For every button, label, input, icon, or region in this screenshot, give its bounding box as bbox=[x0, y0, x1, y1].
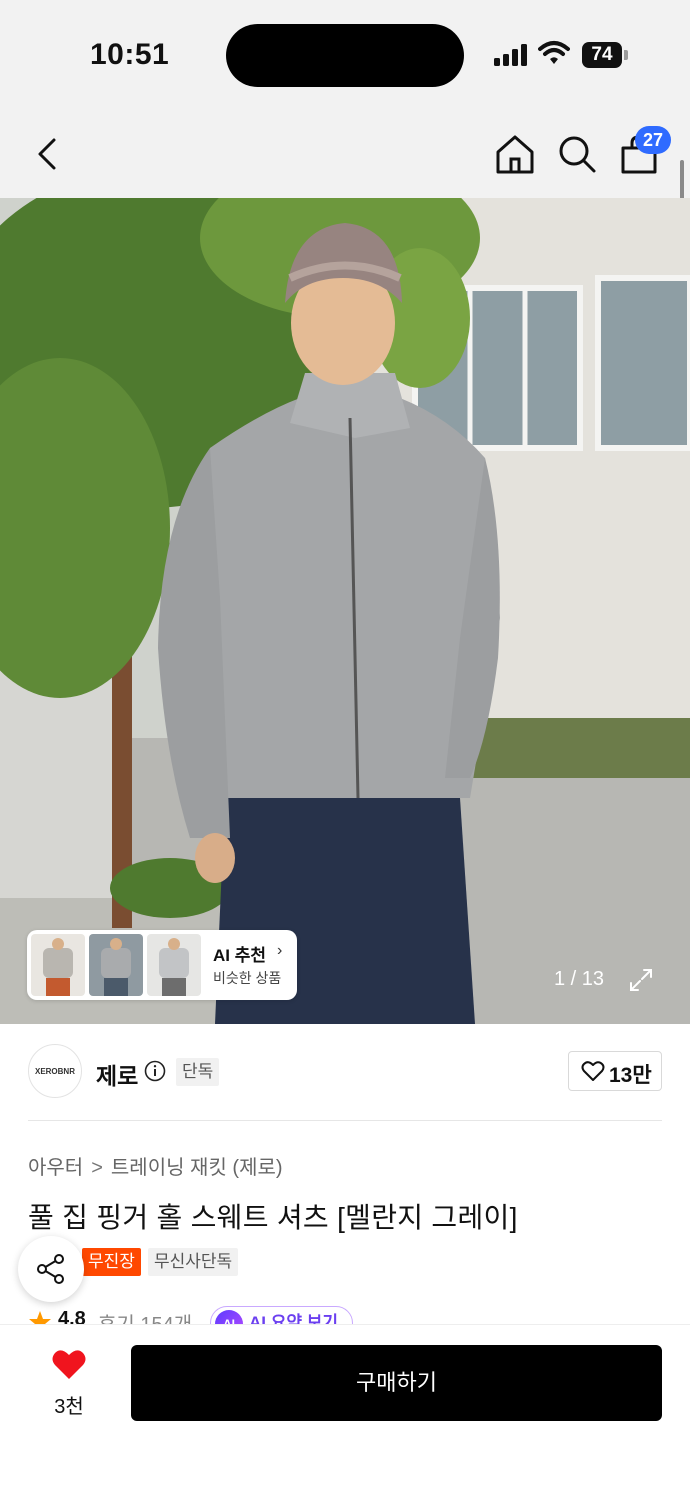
wifi-icon bbox=[538, 41, 570, 64]
back-icon[interactable] bbox=[26, 132, 70, 176]
ai-recommend-title: AI 추천 bbox=[213, 946, 267, 965]
recommend-thumbnail[interactable] bbox=[89, 934, 143, 996]
brand-like-button[interactable]: 13만 bbox=[568, 1051, 662, 1091]
brand-exclusive-tag: 단독 bbox=[176, 1058, 220, 1086]
top-nav-bar bbox=[0, 110, 690, 198]
recommend-thumbnail[interactable] bbox=[31, 934, 85, 996]
battery-icon: 74 bbox=[582, 42, 628, 68]
info-icon[interactable] bbox=[144, 1060, 166, 1082]
divider bbox=[28, 1120, 662, 1121]
heart-filled-icon[interactable] bbox=[51, 1349, 87, 1381]
image-page-counter: 1 / 13 bbox=[554, 968, 605, 990]
ai-recommend-card[interactable]: AI 추천 › 비슷한 상품 bbox=[27, 930, 297, 1000]
breadcrumb-subcategory[interactable]: 트레이닝 재킷 (제로) bbox=[111, 1151, 283, 1180]
chevron-right-icon: › bbox=[277, 942, 283, 959]
brand-like-count: 13만 bbox=[609, 1064, 652, 1087]
breadcrumb-category[interactable]: 아우터 bbox=[28, 1151, 83, 1180]
home-icon[interactable] bbox=[493, 132, 537, 176]
exclusive-tag: 무신사단독 bbox=[148, 1248, 239, 1276]
product-image-gallery[interactable]: AI 추천 › 비슷한 상품 1 / 13 bbox=[0, 198, 690, 1024]
brand-logo[interactable]: XEROBNR bbox=[28, 1044, 82, 1098]
product-photo bbox=[0, 198, 690, 1024]
signal-icon bbox=[494, 44, 527, 66]
wish-count: 3천 bbox=[54, 1396, 84, 1418]
product-title: 풀 집 핑거 홀 스웨트 셔츠 [멜란지 그레이] bbox=[28, 1202, 518, 1233]
ai-recommend-subtitle: 비슷한 상품 bbox=[213, 970, 282, 986]
dynamic-island bbox=[226, 24, 464, 87]
musinsa-tag: 무진장 bbox=[82, 1248, 141, 1276]
status-bar: 10:51 74 bbox=[0, 0, 690, 110]
share-icon bbox=[37, 1254, 64, 1284]
cart-count-badge: 27 bbox=[635, 126, 671, 154]
brand-name[interactable]: 제로 bbox=[96, 1057, 138, 1091]
breadcrumb: 아우터 > 트레이닝 재킷 (제로) bbox=[28, 1151, 283, 1180]
breadcrumb-separator: > bbox=[91, 1157, 103, 1179]
expand-icon[interactable] bbox=[628, 967, 654, 993]
search-icon[interactable] bbox=[555, 132, 599, 176]
recommend-thumbnail[interactable] bbox=[147, 934, 201, 996]
share-button[interactable] bbox=[18, 1236, 84, 1302]
battery-level: 74 bbox=[582, 42, 622, 68]
heart-outline-icon bbox=[581, 1061, 605, 1081]
status-time: 10:51 bbox=[90, 38, 170, 71]
buy-button[interactable]: 구매하기 bbox=[131, 1345, 662, 1421]
